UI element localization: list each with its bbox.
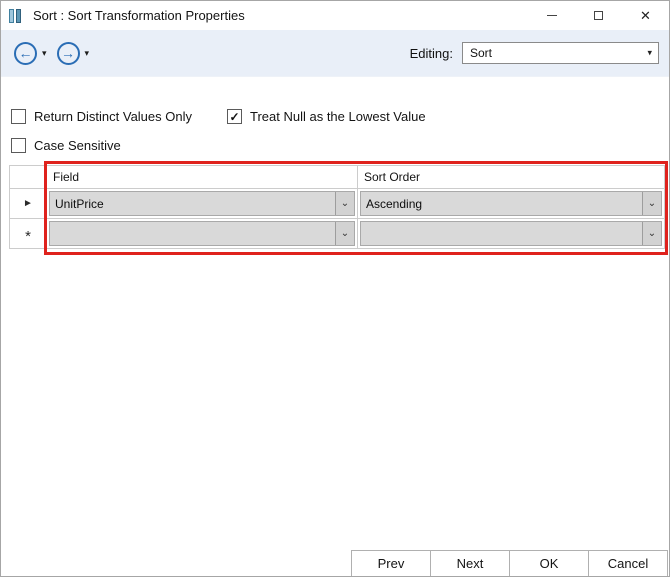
toolbar: ← ▾ → ▾ Editing: Sort ▾ — [1, 30, 669, 77]
table-row: ⌄ — [358, 219, 665, 249]
window-controls: ✕ — [528, 1, 669, 30]
row-selector-current-icon: ► — [10, 189, 47, 219]
grid-header-field: Field — [47, 166, 358, 189]
row-selector-new-icon: * — [10, 219, 47, 249]
app-icon-bar — [9, 9, 14, 23]
treat-null-label: Treat Null as the Lowest Value — [250, 109, 426, 124]
return-distinct-label: Return Distinct Values Only — [34, 109, 192, 124]
title-bar: Sort : Sort Transformation Properties ✕ — [1, 1, 669, 30]
app-icon-bar — [16, 9, 21, 23]
table-row: Ascending ⌄ — [358, 189, 665, 219]
minimize-icon — [547, 15, 557, 16]
editing-label: Editing: — [410, 46, 453, 61]
window-title: Sort : Sort Transformation Properties — [33, 8, 245, 23]
dialog-window: Sort : Sort Transformation Properties ✕ … — [0, 0, 670, 577]
close-button[interactable]: ✕ — [622, 1, 669, 30]
forward-arrow-icon: → — [61, 46, 75, 60]
sort-order-combobox-new[interactable]: ⌄ — [360, 221, 662, 246]
grid-corner-cell — [10, 166, 47, 189]
case-sensitive-label: Case Sensitive — [34, 138, 121, 153]
checkmark-icon: ✓ — [229, 111, 239, 123]
sort-order-combobox[interactable]: Ascending ⌄ — [360, 191, 662, 216]
prev-button[interactable]: Prev — [351, 550, 431, 576]
next-button[interactable]: Next — [430, 550, 510, 576]
nav-button-group: ← ▾ → ▾ — [14, 42, 99, 65]
option-return-distinct[interactable]: Return Distinct Values Only — [11, 109, 192, 124]
field-combobox-new[interactable]: ⌄ — [49, 221, 355, 246]
grid-header-sort-order: Sort Order — [358, 166, 665, 189]
field-combobox-chevron-icon[interactable]: ⌄ — [335, 192, 354, 215]
field-combobox-new-chevron-icon[interactable]: ⌄ — [335, 222, 354, 245]
return-distinct-checkbox[interactable] — [11, 109, 26, 124]
back-dropdown-caret-icon[interactable]: ▾ — [42, 48, 47, 59]
forward-dropdown-caret-icon[interactable]: ▾ — [85, 48, 90, 59]
back-button[interactable]: ← — [14, 42, 37, 65]
close-icon: ✕ — [640, 8, 651, 24]
sort-order-combobox-chevron-icon[interactable]: ⌄ — [642, 192, 661, 215]
minimize-button[interactable] — [528, 1, 575, 30]
case-sensitive-checkbox[interactable] — [11, 138, 26, 153]
table-row: UnitPrice ⌄ — [47, 189, 358, 219]
field-combobox[interactable]: UnitPrice ⌄ — [49, 191, 355, 216]
table-row: ⌄ — [47, 219, 358, 249]
sort-order-combobox-new-chevron-icon[interactable]: ⌄ — [642, 222, 661, 245]
cancel-button[interactable]: Cancel — [588, 550, 668, 576]
editing-combobox-caret-icon: ▾ — [647, 48, 652, 59]
app-icon — [9, 9, 25, 23]
maximize-button[interactable] — [575, 1, 622, 30]
back-arrow-icon: ← — [19, 46, 33, 60]
editing-group: Editing: Sort ▾ — [410, 42, 659, 64]
forward-button[interactable]: → — [57, 42, 80, 65]
sort-order-combobox-value: Ascending — [366, 197, 422, 211]
editing-combobox[interactable]: Sort ▾ — [462, 42, 659, 64]
treat-null-checkbox[interactable]: ✓ — [227, 109, 242, 124]
editing-combobox-value: Sort — [470, 46, 492, 60]
footer-button-bar: Prev Next OK Cancel — [352, 550, 668, 576]
sort-grid: Field Sort Order ► UnitPrice ⌄ Ascending… — [9, 165, 665, 249]
option-case-sensitive[interactable]: Case Sensitive — [11, 138, 121, 153]
field-combobox-value: UnitPrice — [55, 197, 104, 211]
ok-button[interactable]: OK — [509, 550, 589, 576]
maximize-icon — [594, 11, 603, 20]
option-treat-null[interactable]: ✓ Treat Null as the Lowest Value — [227, 109, 426, 124]
